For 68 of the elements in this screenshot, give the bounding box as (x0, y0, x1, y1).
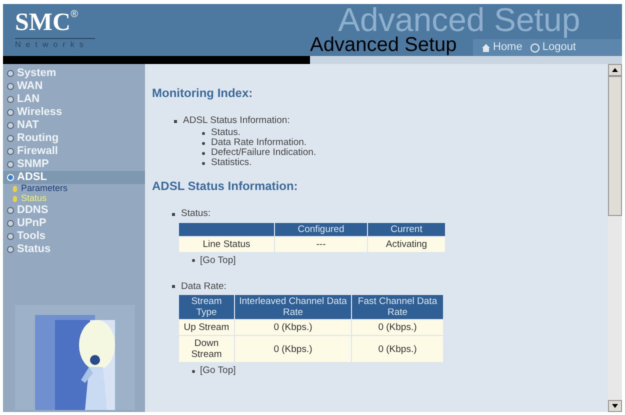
registered-mark: ® (70, 10, 78, 20)
bullet-icon (7, 174, 14, 181)
index-link[interactable]: Data Rate Information. (211, 138, 307, 148)
column-header: Interleaved Channel Data Rate (235, 295, 351, 319)
bullet-icon (7, 83, 14, 90)
bullet-icon (13, 186, 17, 192)
index-link[interactable]: Status. (211, 128, 241, 138)
index-link[interactable]: Defect/Failure Indication. (211, 148, 316, 158)
column-header: Configured (275, 222, 367, 236)
section-heading: Monitoring Index: (152, 85, 254, 102)
sidebar-item[interactable]: Tools (3, 230, 145, 243)
header-link[interactable]: Home (481, 39, 522, 56)
down-arrow-icon (612, 404, 618, 408)
sidebar-item[interactable]: NAT (3, 119, 145, 132)
sidebar-item[interactable]: LAN (3, 93, 145, 106)
header-link[interactable]: Logout (530, 39, 576, 56)
go-top-link[interactable]: [Go Top] (200, 254, 236, 268)
sidebar-subitem[interactable]: Parameters (3, 184, 145, 194)
logo: SMC (15, 10, 71, 36)
column-header: Stream Type (179, 295, 234, 319)
index-link[interactable]: Statistics. (211, 158, 252, 168)
table-cell: Line Status (179, 236, 274, 252)
bullet-icon (7, 148, 14, 155)
scrollbar[interactable] (608, 64, 622, 412)
subsection-label: Status: (181, 207, 211, 222)
sidebar-item[interactable]: SNMP (3, 158, 145, 171)
house-icon (481, 42, 491, 52)
logo-subtitle: Networks (15, 38, 95, 51)
bullet-icon (7, 220, 14, 227)
subsection-label: Data Rate: (181, 280, 226, 294)
bullet-icon (7, 122, 14, 129)
sidebar-item[interactable]: System (3, 67, 145, 80)
table-cell: 0 (Kbps.) (235, 336, 351, 362)
sidebar-item[interactable]: WAN (3, 80, 145, 93)
go-top-link[interactable]: [Go Top] (200, 364, 236, 378)
sidebar-item[interactable]: Firewall (3, 145, 145, 158)
section-heading: ADSL Status Information: (152, 178, 299, 196)
table-cell: Down Stream (179, 336, 234, 362)
table-cell: 0 (Kbps.) (352, 320, 443, 335)
table-cell: Up Stream (179, 320, 234, 335)
bullet-icon (7, 96, 14, 103)
bullet-icon (13, 196, 17, 202)
bullet-icon (7, 109, 14, 116)
column-header: Fast Channel Data Rate (352, 295, 443, 319)
sidebar-subitem[interactable]: Status (3, 194, 145, 204)
sidebar-item[interactable]: UPnP (3, 217, 145, 230)
table-cell: Activating (368, 236, 445, 252)
sidebar-item[interactable]: DDNS (3, 204, 145, 217)
bullet-icon (7, 207, 14, 214)
bullet-icon (7, 246, 14, 253)
scroll-up-button[interactable] (608, 64, 622, 76)
sidebar-item[interactable]: Status (3, 243, 145, 256)
table-cell: 0 (Kbps.) (235, 320, 351, 335)
sidebar-item[interactable]: Wireless (3, 106, 145, 119)
bullet-icon (7, 233, 14, 240)
bullet-icon (7, 161, 14, 168)
sidebar-item[interactable]: Routing (3, 132, 145, 145)
power-icon (530, 42, 540, 52)
scroll-thumb[interactable] (608, 76, 622, 216)
index-link[interactable]: ADSL Status Information: (183, 114, 290, 128)
scroll-down-button[interactable] (608, 400, 622, 412)
up-arrow-icon (612, 68, 618, 72)
table-cell: 0 (Kbps.) (352, 336, 443, 362)
column-header: Current (368, 222, 445, 236)
bullet-icon (7, 70, 14, 77)
bullet-icon (7, 135, 14, 142)
sidebar-item[interactable]: ADSL (3, 171, 145, 184)
table-cell: --- (275, 236, 367, 252)
